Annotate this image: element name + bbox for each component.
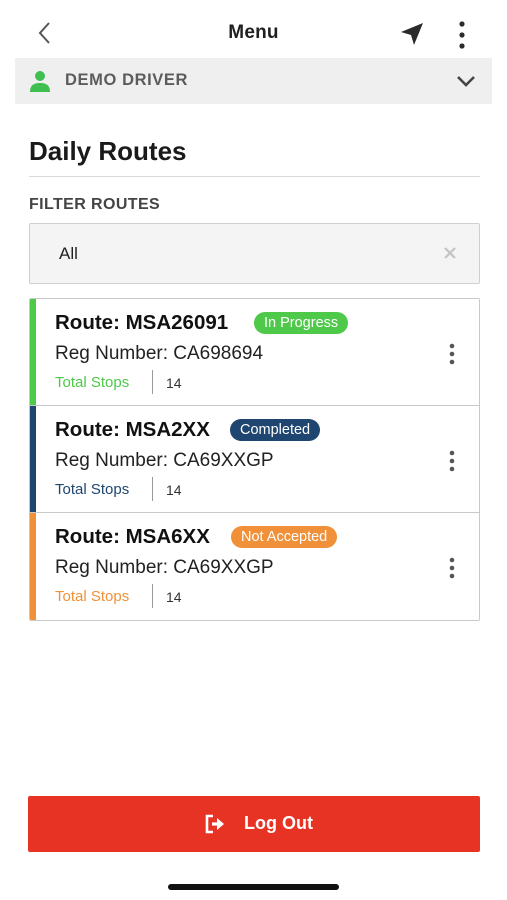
more-vertical-icon[interactable] bbox=[444, 557, 460, 579]
total-stops-value: 14 bbox=[166, 589, 182, 605]
filter-label: FILTER ROUTES bbox=[29, 196, 161, 213]
more-vertical-icon[interactable] bbox=[444, 343, 460, 365]
total-stops-label: Total Stops bbox=[55, 588, 130, 605]
status-accent-bar bbox=[30, 406, 36, 513]
route-title: Route: MSA2XX bbox=[55, 418, 210, 441]
page-header-title: Menu bbox=[228, 22, 279, 43]
driver-name: DEMO DRIVER bbox=[65, 71, 189, 89]
status-accent-bar bbox=[30, 513, 36, 620]
route-card[interactable]: Route: MSA6XX Not Accepted Reg Number: C… bbox=[30, 513, 479, 620]
stops-separator bbox=[152, 584, 153, 608]
stops-separator bbox=[152, 370, 153, 394]
status-badge: In Progress bbox=[254, 312, 349, 334]
status-badge: Not Accepted bbox=[231, 526, 338, 548]
route-card[interactable]: Route: MSA26091 In Progress Reg Number: … bbox=[30, 299, 479, 406]
status-accent-bar bbox=[30, 299, 36, 406]
more-vertical-icon[interactable] bbox=[444, 450, 460, 472]
stops-separator bbox=[152, 477, 153, 501]
more-vertical-icon[interactable] bbox=[452, 20, 472, 50]
driver-selector[interactable]: DEMO DRIVER bbox=[15, 58, 492, 104]
reg-number: Reg Number: CA69XXGP bbox=[55, 450, 274, 471]
status-badge: Completed bbox=[230, 419, 321, 441]
total-stops-label: Total Stops bbox=[55, 374, 130, 391]
chevron-down-icon[interactable] bbox=[455, 72, 477, 90]
total-stops-value: 14 bbox=[166, 375, 182, 391]
route-card[interactable]: Route: MSA2XX Completed Reg Number: CA69… bbox=[30, 406, 479, 513]
top-bar: Menu bbox=[0, 0, 507, 58]
sign-out-icon bbox=[205, 814, 224, 834]
route-list: Route: MSA26091 In Progress Reg Number: … bbox=[29, 298, 480, 621]
title-divider bbox=[29, 176, 480, 177]
person-icon bbox=[30, 71, 50, 92]
filter-value: All bbox=[59, 244, 78, 263]
page-title: Daily Routes bbox=[29, 136, 187, 166]
home-indicator bbox=[168, 884, 339, 890]
reg-number: Reg Number: CA698694 bbox=[55, 343, 264, 364]
logout-button[interactable]: Log Out bbox=[28, 796, 480, 852]
reg-number: Reg Number: CA69XXGP bbox=[55, 557, 274, 578]
total-stops-value: 14 bbox=[166, 482, 182, 498]
logout-label: Log Out bbox=[244, 813, 313, 833]
route-title: Route: MSA26091 bbox=[55, 311, 229, 334]
total-stops-label: Total Stops bbox=[55, 481, 130, 498]
location-arrow-icon[interactable] bbox=[398, 20, 426, 48]
clear-icon[interactable] bbox=[442, 245, 458, 261]
route-filter-select[interactable]: All bbox=[29, 223, 480, 284]
route-title: Route: MSA6XX bbox=[55, 525, 210, 548]
